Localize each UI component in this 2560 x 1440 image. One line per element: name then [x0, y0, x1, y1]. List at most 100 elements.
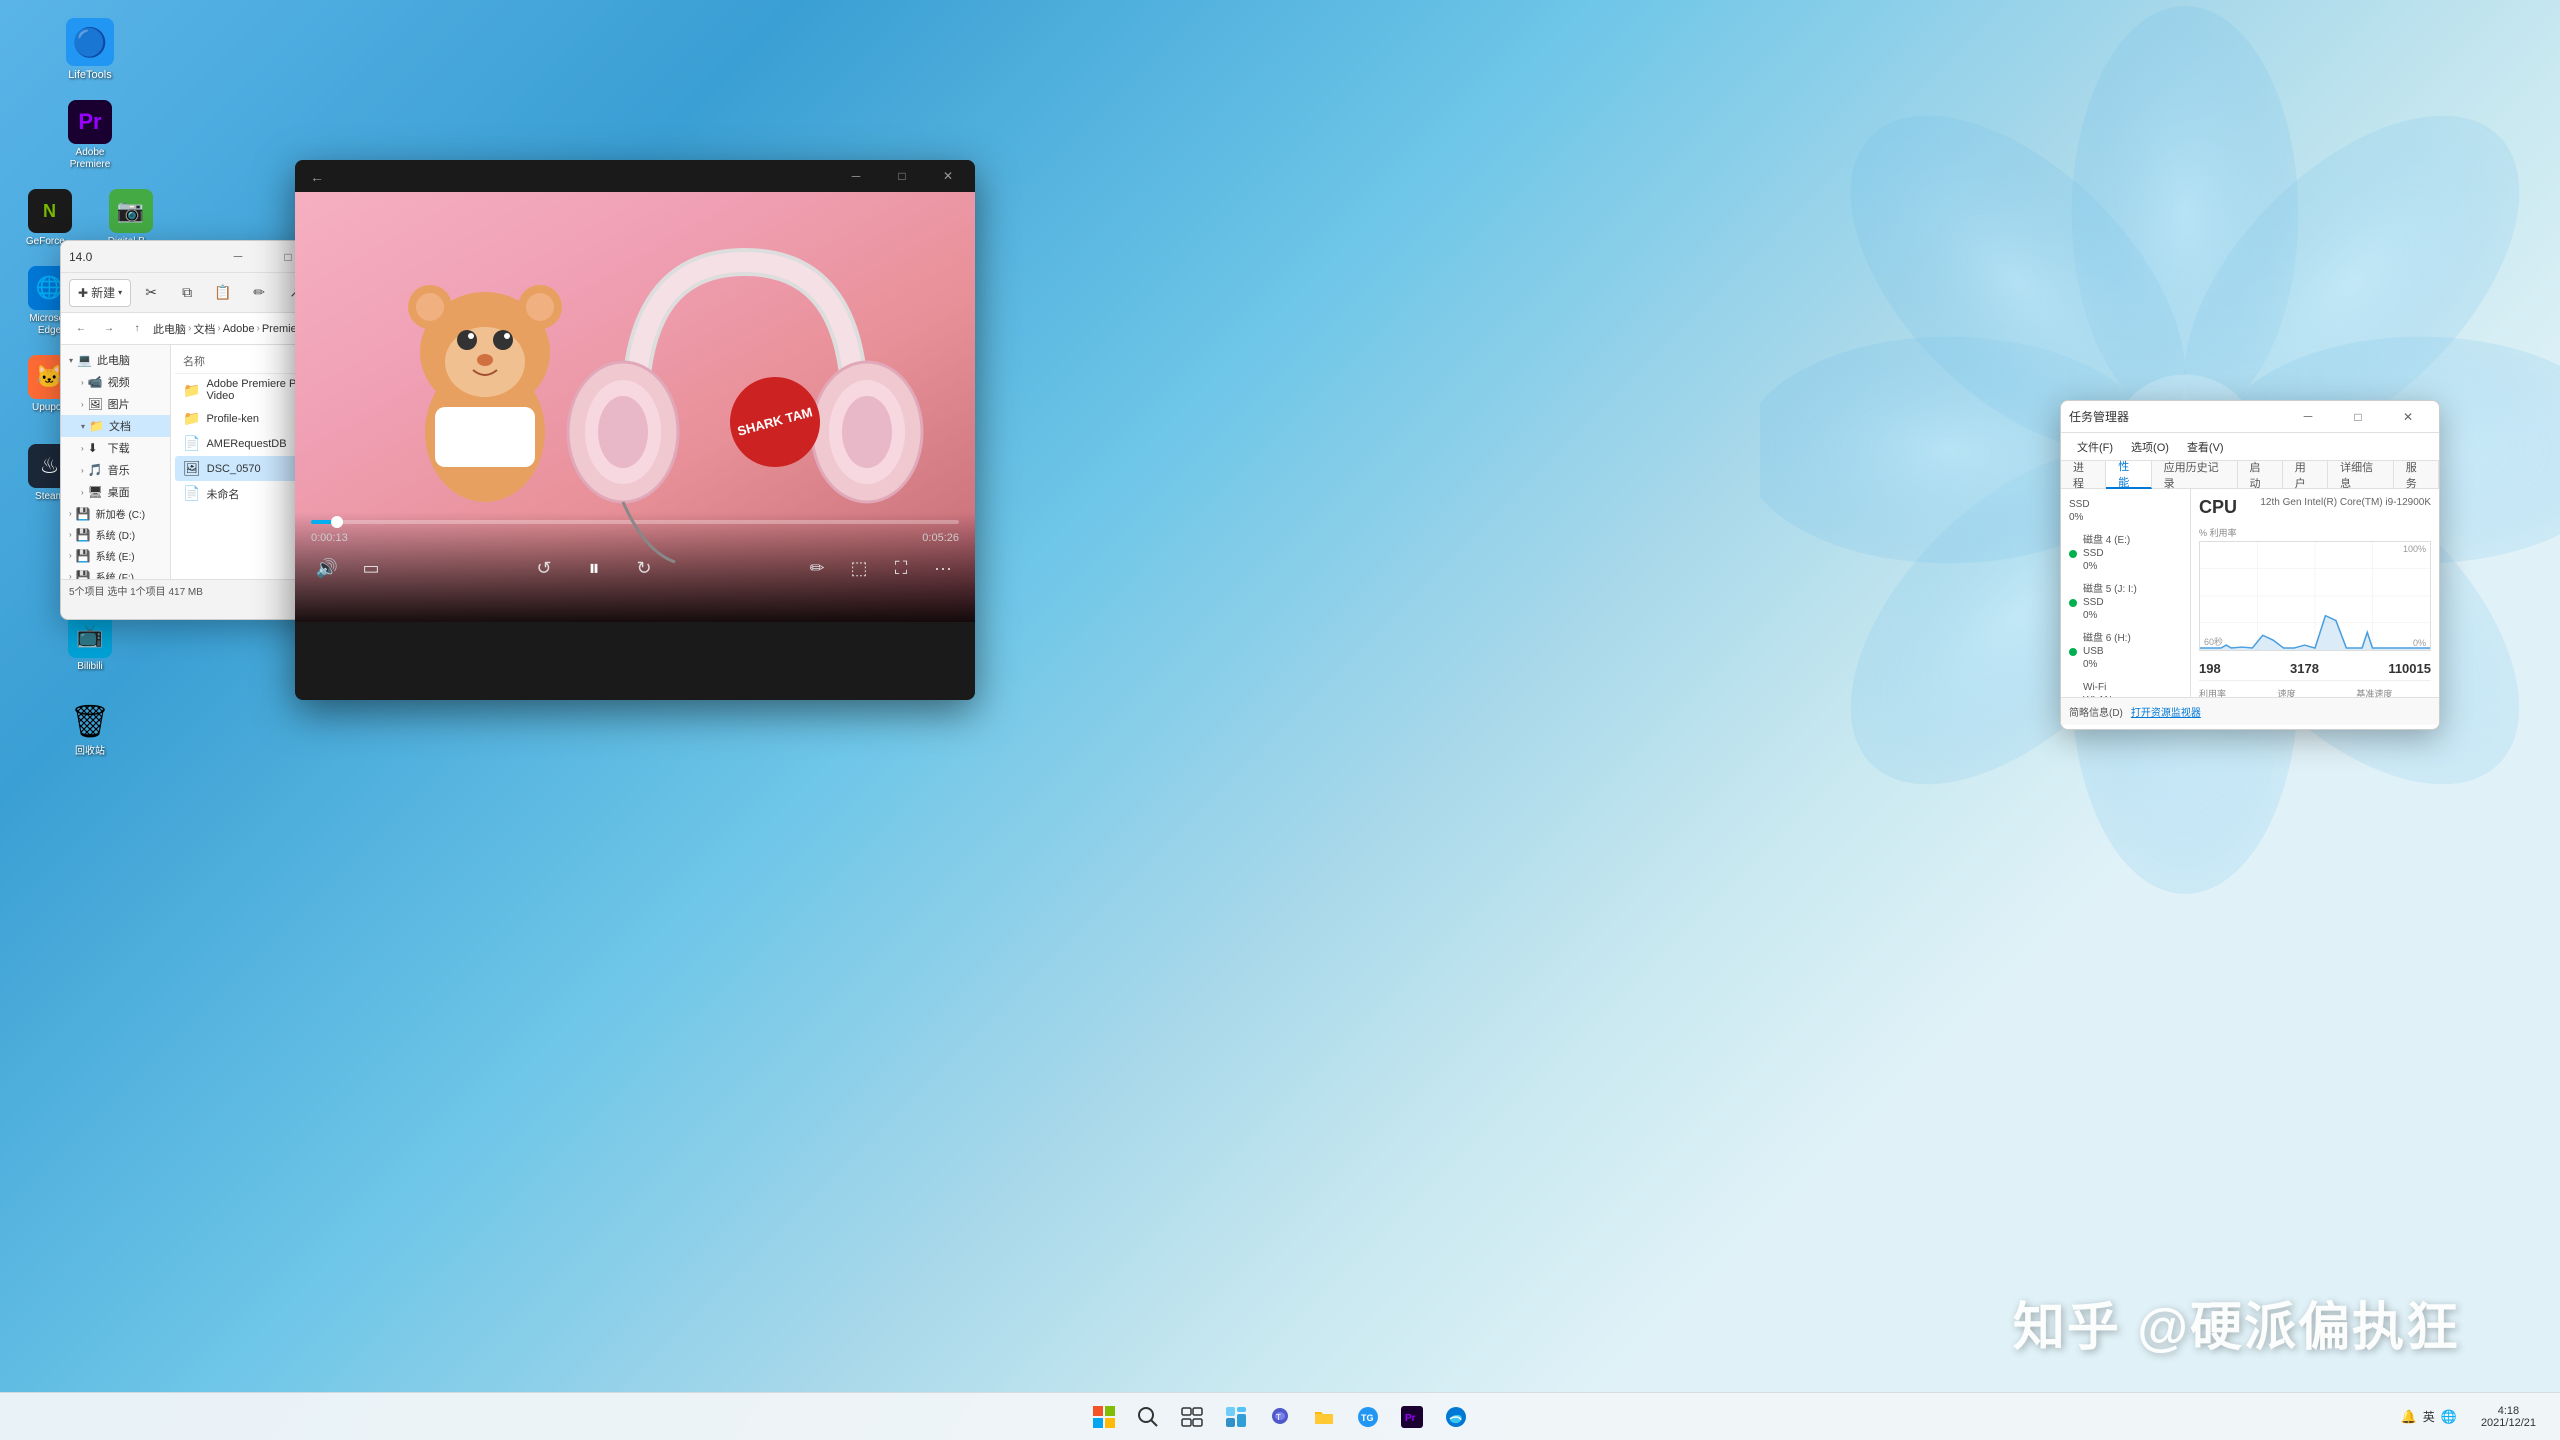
task-manager-content: CPU 12th Gen Intel(R) Core(TM) i9-12900K… — [2191, 489, 2439, 697]
briefinfo-label[interactable]: 简略信息(D) — [2069, 704, 2123, 719]
tm-minimize-button[interactable]: － — [2285, 401, 2331, 433]
mp-minimize-button[interactable]: － — [833, 160, 879, 192]
paste-button[interactable]: 📋 — [207, 279, 239, 307]
stat-base-speed: 基准速度 3.19 GHz — [2356, 687, 2431, 697]
svg-text:TG: TG — [1361, 1413, 1374, 1423]
sidebar-item-d[interactable]: › 💾 系统 (D:) — [61, 524, 170, 545]
taskbar-premiere-button[interactable]: Pr — [1392, 1397, 1432, 1437]
up-button[interactable]: ↑ — [125, 317, 149, 341]
copy-button[interactable]: ⧉ — [171, 279, 203, 307]
task-manager-body: SSD0% 磁盘 4 (E:)SSD0% 磁盘 5 (J: I:)SSD0% 磁… — [2061, 489, 2439, 697]
sidebar-item-documents[interactable]: ▾ 📁 文档 — [61, 415, 170, 437]
cpu-graph: 100% 0% 60秒 — [2199, 541, 2431, 651]
progress-thumb — [331, 516, 343, 528]
taskbar-center: T TG Pr — [1084, 1397, 1476, 1437]
tab-performance[interactable]: 性能 — [2106, 461, 2151, 489]
sidebar-disk6[interactable]: 磁盘 6 (H:)USB0% — [2061, 627, 2190, 676]
sidebar-disk4[interactable]: 磁盘 4 (E:)SSD0% — [2061, 529, 2190, 578]
svg-text:T: T — [1276, 1413, 1281, 1422]
tray-network: 🌐 — [2441, 1409, 2457, 1425]
taskbar: T TG Pr — [0, 1392, 2560, 1440]
caption-button[interactable]: ▭ — [355, 552, 387, 584]
tab-process[interactable]: 进程 — [2061, 461, 2106, 489]
tab-services[interactable]: 服务 — [2394, 461, 2439, 489]
task-manager-title: 任务管理器 — [2069, 408, 2129, 425]
tab-startup[interactable]: 启动 — [2238, 461, 2283, 489]
tray-notification: 🔔 — [2401, 1409, 2417, 1425]
stat-utilization: 利用率 1% — [2199, 687, 2274, 697]
new-button[interactable]: ✚ 新建 ▾ — [69, 279, 131, 307]
menu-view[interactable]: 查看(V) — [2179, 435, 2232, 459]
sidebar-ssd[interactable]: SSD0% — [2061, 493, 2190, 529]
taskbar-clock[interactable]: 4:18 2021/12/21 — [2473, 1403, 2544, 1431]
media-player-window: ← － □ ✕ — [295, 160, 975, 700]
cpu-header: CPU 12th Gen Intel(R) Core(TM) i9-12900K — [2199, 497, 2431, 518]
svg-text:Pr: Pr — [1405, 1413, 1416, 1424]
media-back-button[interactable]: ← — [303, 168, 331, 186]
sidebar-item-music[interactable]: › 🎵 音乐 — [61, 459, 170, 481]
sidebar-wifi[interactable]: Wi-FiWLAN发送: 0 接收: 0 Kbps — [2061, 676, 2190, 697]
rename-button[interactable]: ✏ — [243, 279, 275, 307]
clock-time: 4:18 — [2498, 1405, 2519, 1417]
desktop-icon-recycle[interactable]: 🗑 回收站 — [55, 693, 125, 764]
task-manager-sidebar: SSD0% 磁盘 4 (E:)SSD0% 磁盘 5 (J: I:)SSD0% 磁… — [2061, 489, 2191, 697]
tab-app-history[interactable]: 应用历史记录 — [2152, 461, 2238, 489]
sidebar-item-video[interactable]: › 📹 视频 — [61, 371, 170, 393]
util-label: % 利用率 — [2199, 526, 2431, 539]
tab-users[interactable]: 用户 — [2283, 461, 2328, 489]
progress-fill — [311, 520, 337, 524]
desktop-icon-premiere[interactable]: Pr Adobe Premiere — [55, 94, 125, 177]
watermark: 知乎 @硬派偏执狂 — [2013, 1285, 2460, 1360]
task-manager-window: 任务管理器 － □ ✕ 文件(F) 选项(O) 查看(V) 进程 性能 应用历史… — [2060, 400, 2440, 730]
taskbar-start-button[interactable] — [1084, 1397, 1124, 1437]
sidebar-item-f[interactable]: › 💾 系统 (F:) — [61, 566, 170, 579]
tm-maximize-button[interactable]: □ — [2335, 401, 2381, 433]
mp-maximize-button[interactable]: □ — [879, 160, 925, 192]
taskbar-chat-button[interactable]: T — [1260, 1397, 1300, 1437]
sidebar-item-pc[interactable]: ▾ 💻 此电脑 — [61, 349, 170, 371]
tray-lang: 英 — [2423, 1408, 2435, 1425]
taskbar-search-button[interactable] — [1128, 1397, 1168, 1437]
task-manager-titlebar: 任务管理器 － □ ✕ — [2061, 401, 2439, 433]
address-path[interactable]: 此电脑 › 文档 › Adobe › Premiere — [153, 321, 306, 337]
cpu-title: CPU — [2199, 497, 2237, 518]
system-tray[interactable]: 🔔 英 🌐 — [2393, 1404, 2465, 1429]
tm-close-button[interactable]: ✕ — [2385, 401, 2431, 433]
cut-button[interactable]: ✂ — [135, 279, 167, 307]
file-explorer-title: 14.0 — [69, 250, 92, 264]
cpu-model: 12th Gen Intel(R) Core(TM) i9-12900K — [2260, 497, 2431, 508]
sidebar-item-e[interactable]: › 💾 系统 (E:) — [61, 545, 170, 566]
forward-button[interactable]: → — [97, 317, 121, 341]
tm-window-controls: － □ ✕ — [2285, 401, 2431, 433]
taskbar-taskview-button[interactable] — [1172, 1397, 1212, 1437]
taskbar-edge-button[interactable] — [1436, 1397, 1476, 1437]
cpu-stats-grid: 利用率 1% 速度 4.59 GHz 基准速度 3.19 GHz 插槽 1 内核 — [2199, 687, 2431, 697]
menu-options[interactable]: 选项(O) — [2123, 435, 2177, 459]
time-current: 0:00:13 — [311, 532, 348, 544]
sidebar-item-pictures[interactable]: › 🖼 图片 — [61, 393, 170, 415]
tab-details[interactable]: 详细信息 — [2328, 461, 2394, 489]
task-manager-tabs: 进程 性能 应用历史记录 启动 用户 详细信息 服务 — [2061, 461, 2439, 489]
taskbar-explorer-button[interactable] — [1304, 1397, 1344, 1437]
sidebar-disk5[interactable]: 磁盘 5 (J: I:)SSD0% — [2061, 578, 2190, 627]
minimize-button[interactable]: － — [215, 241, 261, 273]
desktop-icons-area: 🔵 LifeTools Pr Adobe Premiere N GeForce.… — [0, 0, 180, 1360]
taskbar-widgets-button[interactable] — [1216, 1397, 1256, 1437]
mp-close-button[interactable]: ✕ — [925, 160, 971, 192]
file-explorer-sidebar: ▾ 💻 此电脑 › 📹 视频 › 🖼 图片 ▾ 📁 文档 › ⬇ — [61, 345, 171, 579]
task-manager-bottombar: 简略信息(D) 打开资源监视器 — [2061, 697, 2439, 725]
volume-button[interactable]: 🔊 — [311, 552, 343, 584]
media-player-video: SHARK TAM 0:00:13 0:05:26 🔊 ▭ ↺ ⏸ — [295, 192, 975, 622]
taskbar-right: 🔔 英 🌐 4:18 2021/12/21 — [2393, 1393, 2544, 1440]
media-player-titlebar: ← － □ ✕ — [295, 160, 975, 192]
resource-monitor-link[interactable]: 打开资源监视器 — [2131, 704, 2201, 719]
stat-speed: 速度 4.59 GHz — [2278, 687, 2353, 697]
menu-file[interactable]: 文件(F) — [2069, 435, 2121, 459]
sidebar-item-c[interactable]: › 💾 新加卷 (C:) — [61, 503, 170, 524]
sidebar-item-desktop[interactable]: › 🖥 桌面 — [61, 481, 170, 503]
sidebar-item-downloads[interactable]: › ⬇ 下载 — [61, 437, 170, 459]
taskbar-64gram-button[interactable]: TG — [1348, 1397, 1388, 1437]
back-button[interactable]: ← — [69, 317, 93, 341]
cpu-graph-svg — [2200, 542, 2430, 650]
desktop-icon-lifetools[interactable]: 🔵 LifeTools — [50, 12, 130, 88]
